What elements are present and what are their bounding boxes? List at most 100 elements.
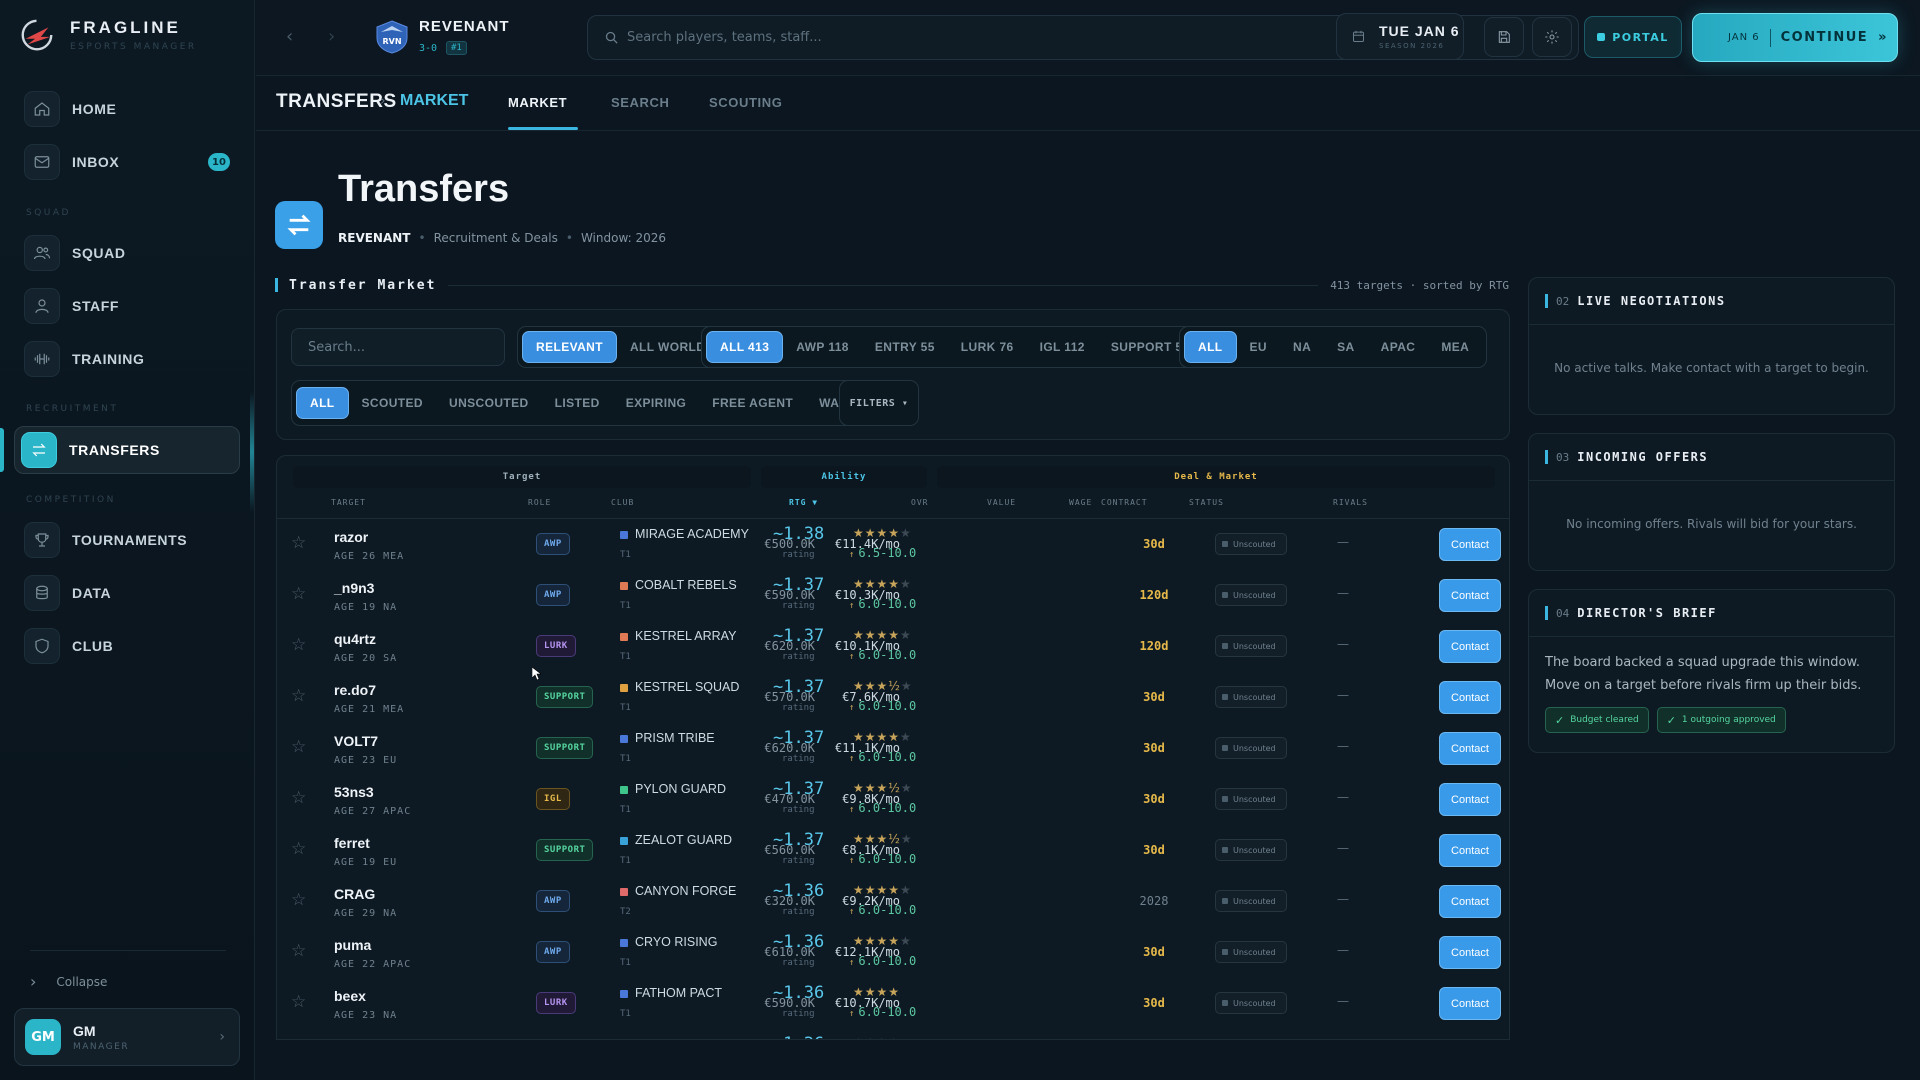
role-filter-entry[interactable]: ENTRY 55 (862, 331, 948, 363)
collapse-button[interactable]: › Collapse (30, 972, 107, 991)
sidebar-item-club[interactable]: CLUB (18, 624, 240, 668)
role-filter-all[interactable]: ALL 413 (706, 331, 784, 363)
sidebar-item-staff[interactable]: STAFF (18, 284, 240, 328)
star-icon[interactable]: ☆ (291, 839, 306, 859)
club-name[interactable]: FATHOM PACT (635, 986, 722, 1000)
player-name[interactable]: puma (334, 937, 371, 953)
club-name[interactable]: CANYON FORGE (635, 884, 736, 898)
tab-search[interactable]: SEARCH (611, 95, 670, 110)
back-arrow-icon[interactable]: ‹ (286, 26, 293, 47)
col-header-contract[interactable]: CONTRACT (1101, 498, 1148, 507)
star-icon[interactable]: ☆ (291, 584, 306, 604)
settings-button[interactable] (1532, 17, 1572, 57)
status-filter-unscouted[interactable]: UNSCOUTED (436, 387, 542, 419)
club-name[interactable]: CRYO RISING (635, 935, 717, 949)
table-row[interactable]: GARNET HOUSE ~1.36 ★★★★ (277, 1029, 1509, 1039)
region-filter-apac[interactable]: APAC (1368, 331, 1429, 363)
status-filter-free-agent[interactable]: FREE AGENT (699, 387, 806, 419)
star-icon[interactable]: ☆ (291, 737, 306, 757)
table-row[interactable]: ☆ CRAG AGE 29 NA AWP CANYON FORGE T2 ~1.36 rati… (277, 876, 1509, 927)
tab-scouting[interactable]: SCOUTING (709, 95, 782, 110)
role-filter-awp[interactable]: AWP 118 (783, 331, 862, 363)
contact-button[interactable]: Contact (1439, 987, 1501, 1020)
star-icon[interactable]: ☆ (291, 788, 306, 808)
contact-button[interactable]: Contact (1439, 885, 1501, 918)
filters-dropdown-button[interactable]: FILTERS ▾ (839, 380, 919, 426)
continue-button[interactable]: JAN 6 CONTINUE » (1692, 13, 1898, 62)
table-row[interactable]: ☆ 53ns3 AGE 27 APAC IGL PYLON GUARD T1 ~1.37 ra… (277, 774, 1509, 825)
contact-button[interactable]: Contact (1439, 936, 1501, 969)
contact-button[interactable]: Contact (1439, 732, 1501, 765)
player-name[interactable]: 53ns3 (334, 784, 374, 800)
status-filter-expiring[interactable]: EXPIRING (613, 387, 700, 419)
table-row[interactable]: ☆ VOLT7 AGE 23 EU SUPPORT PRISM TRIBE T1 ~1.37… (277, 723, 1509, 774)
breadcrumb-root[interactable]: TRANSFERS (276, 91, 397, 113)
status-filter-listed[interactable]: LISTED (542, 387, 613, 419)
table-row[interactable]: ☆ re.do7 AGE 21 MEA SUPPORT KESTREL SQUAD T1 ~… (277, 672, 1509, 723)
contact-button[interactable]: Contact (1439, 681, 1501, 714)
tab-market[interactable]: MARKET (508, 95, 567, 110)
player-name[interactable]: qu4rtz (334, 631, 376, 647)
region-filter-mea[interactable]: MEA (1428, 331, 1482, 363)
status-filter-scouted[interactable]: SCOUTED (349, 387, 436, 419)
col-header-ovr[interactable]: OVR (911, 498, 928, 507)
col-header-role[interactable]: ROLE (528, 498, 551, 507)
club-name[interactable]: GARNET HOUSE (635, 1037, 735, 1039)
portal-button[interactable]: PORTAL (1584, 16, 1682, 58)
player-name[interactable]: ferret (334, 835, 370, 851)
col-header-rivals[interactable]: RIVALS (1333, 498, 1368, 507)
club-name[interactable]: MIRAGE ACADEMY (635, 527, 749, 541)
contact-button[interactable]: Contact (1439, 630, 1501, 663)
sidebar-item-training[interactable]: TRAINING (18, 337, 240, 381)
contact-button[interactable]: Contact (1439, 834, 1501, 867)
col-header-target[interactable]: TARGET (331, 498, 366, 507)
save-button[interactable] (1484, 17, 1524, 57)
contact-button[interactable]: Contact (1439, 783, 1501, 816)
sidebar-item-inbox[interactable]: INBOX 10 (18, 140, 240, 184)
date-display[interactable]: TUE JAN 6 SEASON 2026 (1336, 13, 1464, 60)
status-filter-all[interactable]: ALL (296, 387, 349, 419)
player-name[interactable]: razor (334, 529, 368, 545)
sidebar-item-transfers[interactable]: TRANSFERS (14, 426, 240, 474)
sidebar-item-tournaments[interactable]: TOURNAMENTS (18, 518, 240, 562)
region-filter-na[interactable]: NA (1280, 331, 1324, 363)
club-name[interactable]: KESTREL SQUAD (635, 680, 739, 694)
star-icon[interactable]: ☆ (291, 533, 306, 553)
player-name[interactable]: CRAG (334, 886, 375, 902)
table-row[interactable]: ☆ qu4rtz AGE 20 SA LURK KESTREL ARRAY T1 ~1.37… (277, 621, 1509, 672)
player-name[interactable]: re.do7 (334, 682, 376, 698)
sidebar-item-data[interactable]: DATA (18, 571, 240, 615)
col-header-status[interactable]: STATUS (1189, 498, 1224, 507)
col-header-club[interactable]: CLUB (611, 498, 634, 507)
player-name[interactable]: VOLT7 (334, 733, 378, 749)
sidebar-item-squad[interactable]: SQUAD (18, 231, 240, 275)
user-card[interactable]: GM GM MANAGER › (14, 1008, 240, 1066)
sidebar-item-home[interactable]: HOME (18, 87, 240, 131)
club-name[interactable]: KESTREL ARRAY (635, 629, 736, 643)
role-filter-lurk[interactable]: LURK 76 (948, 331, 1027, 363)
role-filter-igl[interactable]: IGL 112 (1027, 331, 1098, 363)
star-icon[interactable]: ☆ (291, 686, 306, 706)
star-icon[interactable]: ☆ (291, 992, 306, 1012)
table-row[interactable]: ☆ _n9n3 AGE 19 NA AWP COBALT REBELS T1 ~1.37 ra… (277, 570, 1509, 621)
table-row[interactable]: ☆ beex AGE 23 NA LURK FATHOM PACT T1 ~1.36 rati… (277, 978, 1509, 1029)
player-name[interactable]: _n9n3 (334, 580, 374, 596)
brand[interactable]: FRAGLINE ESPORTS MANAGER (18, 16, 197, 54)
region-filter-sa[interactable]: SA (1324, 331, 1367, 363)
table-row[interactable]: ☆ ferret AGE 19 EU SUPPORT ZEALOT GUARD T1 ~1.… (277, 825, 1509, 876)
contact-button[interactable]: Contact (1439, 528, 1501, 561)
contact-button[interactable]: Contact (1439, 579, 1501, 612)
col-header-rtg[interactable]: RTG ▼ (789, 498, 818, 507)
forward-arrow-icon[interactable]: › (328, 26, 335, 47)
club-name[interactable]: COBALT REBELS (635, 578, 737, 592)
region-filter-eu[interactable]: EU (1237, 331, 1280, 363)
scope-relevant[interactable]: RELEVANT (522, 331, 617, 363)
col-header-wage[interactable]: WAGE (1069, 498, 1092, 507)
table-row[interactable]: ☆ puma AGE 22 APAC AWP CRYO RISING T1 ~1.36 rat… (277, 927, 1509, 978)
col-header-value[interactable]: VALUE (987, 498, 1016, 507)
star-icon[interactable]: ☆ (291, 890, 306, 910)
club-name[interactable]: ZEALOT GUARD (635, 833, 732, 847)
player-name[interactable]: beex (334, 988, 366, 1004)
table-row[interactable]: ☆ razor AGE 26 MEA AWP MIRAGE ACADEMY T1 ~1.38… (277, 519, 1509, 570)
region-filter-all[interactable]: ALL (1184, 331, 1237, 363)
